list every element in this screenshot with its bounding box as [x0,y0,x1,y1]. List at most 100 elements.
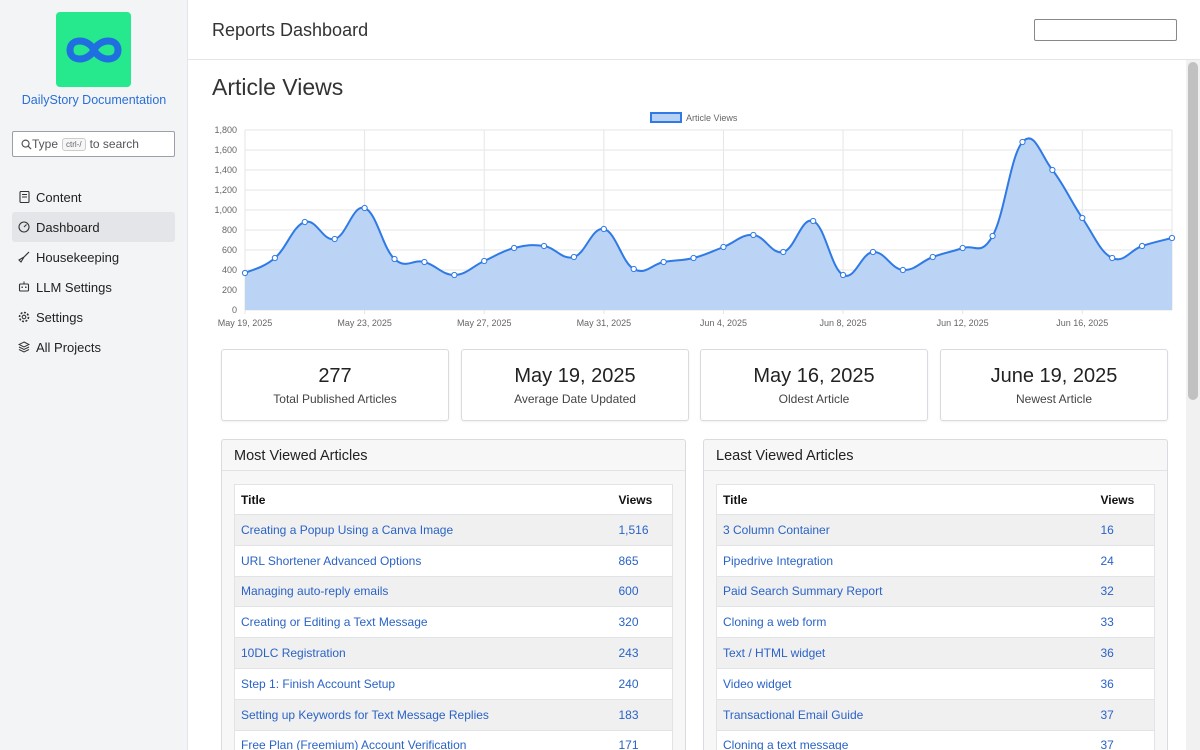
article-views-link[interactable]: 37 [1094,730,1155,750]
table-row[interactable]: Cloning a web form 33 [716,606,1155,639]
data-point[interactable] [1049,166,1056,174]
sidebar-item-settings[interactable]: Settings [12,302,175,332]
sidebar-item-llm-settings[interactable]: LLM Settings [12,272,175,302]
article-views-link[interactable]: 36 [1094,668,1155,700]
data-point[interactable] [690,254,697,262]
sidebar-item-dashboard[interactable]: Dashboard [12,212,175,242]
data-point[interactable] [750,231,757,239]
article-title-link[interactable]: Creating or Editing a Text Message [234,606,613,639]
logo[interactable] [56,12,131,87]
table-row[interactable]: Creating or Editing a Text Message 320 [234,606,673,639]
article-views-link[interactable]: 32 [1094,576,1155,608]
article-views-link[interactable]: 183 [612,699,673,731]
data-point[interactable] [660,258,667,266]
article-views-link[interactable]: 240 [612,668,673,700]
sidebar-item-label: Content [36,189,82,205]
article-views-link[interactable]: 16 [1094,514,1155,546]
data-point[interactable] [241,269,249,277]
data-point[interactable] [959,244,966,252]
article-title-link[interactable]: 3 Column Container [716,514,1095,546]
table-row[interactable]: Creating a Popup Using a Canva Image 1,51… [234,514,673,546]
article-title-link[interactable]: Transactional Email Guide [716,699,1095,731]
data-point[interactable] [451,271,458,279]
article-views-link[interactable]: 24 [1094,545,1155,577]
article-title-link[interactable]: Text / HTML widget [716,637,1095,669]
sidebar-item-content[interactable]: Content [12,182,175,212]
data-point[interactable] [391,255,398,263]
data-point[interactable] [989,232,996,240]
data-point[interactable] [1019,138,1026,146]
article-views-link[interactable]: 865 [612,545,673,577]
y-tick-label: 200 [222,285,237,295]
data-point[interactable] [540,242,548,250]
table-row[interactable]: Transactional Email Guide 37 [716,699,1155,731]
table-row[interactable]: Step 1: Finish Account Setup 240 [234,668,673,700]
article-title-link[interactable]: Pipedrive Integration [716,545,1095,577]
article-title-link[interactable]: Setting up Keywords for Text Message Rep… [234,699,613,731]
sidebar-item-all-projects[interactable]: All Projects [12,332,175,362]
data-point[interactable] [570,253,578,261]
article-title-link[interactable]: 10DLC Registration [234,637,613,669]
data-point[interactable] [810,217,817,225]
data-point[interactable] [481,257,488,265]
article-views-link[interactable]: 36 [1094,637,1155,669]
y-tick-label: 1,600 [214,145,237,155]
article-title-link[interactable]: Paid Search Summary Report [716,576,1095,608]
table-row[interactable]: Managing auto-reply emails 600 [234,576,673,608]
article-title-link[interactable]: Creating a Popup Using a Canva Image [234,514,613,546]
table-row[interactable]: Setting up Keywords for Text Message Rep… [234,699,673,731]
page-title: Article Views [212,74,344,100]
chart-legend[interactable]: Article Views [650,112,738,123]
data-point[interactable] [929,253,936,261]
data-point[interactable] [271,254,279,262]
article-title-link[interactable]: Video widget [716,668,1095,700]
data-point[interactable] [1138,242,1146,250]
article-views-link[interactable]: 320 [612,606,673,639]
data-point[interactable] [869,248,877,256]
data-point[interactable] [1109,254,1116,262]
table-row[interactable]: 10DLC Registration 243 [234,637,673,669]
sidebar-item-housekeeping[interactable]: Housekeeping [12,242,175,272]
table-row[interactable]: Paid Search Summary Report 32 [716,576,1155,608]
data-point[interactable] [720,243,727,251]
article-title-link[interactable]: Managing auto-reply emails [234,576,613,608]
data-point[interactable] [839,271,847,279]
data-point[interactable] [511,244,518,252]
data-point[interactable] [600,225,607,233]
header-search-input[interactable] [1034,19,1177,41]
data-point[interactable] [1168,234,1176,242]
y-tick-label: 400 [222,265,237,275]
data-point[interactable] [1079,214,1086,222]
table-row[interactable]: 3 Column Container 16 [716,514,1155,546]
most-viewed-table: Title Views Creating a Popup Using a Can… [234,484,673,750]
table-row[interactable]: Cloning a text message 37 [716,730,1155,750]
table-row[interactable]: Text / HTML widget 36 [716,637,1155,669]
data-point[interactable] [361,204,368,212]
data-point[interactable] [301,218,308,226]
article-views-chart: 0 200 400 600 800 1,000 1,200 1,400 1,600 1,800 M… [214,112,1176,328]
scrollbar-thumb[interactable] [1188,62,1198,400]
y-tick-label: 0 [232,305,237,315]
article-views-link[interactable]: 600 [612,576,673,608]
article-title-link[interactable]: URL Shortener Advanced Options [234,545,613,577]
article-title-link[interactable]: Step 1: Finish Account Setup [234,668,613,700]
article-views-link[interactable]: 33 [1094,606,1155,639]
article-title-link[interactable]: Cloning a text message [716,730,1095,750]
article-title-link[interactable]: Free Plan (Freemium) Account Verificatio… [234,730,613,750]
table-row[interactable]: Free Plan (Freemium) Account Verificatio… [234,730,673,750]
table-row[interactable]: Pipedrive Integration 24 [716,545,1155,577]
data-point[interactable] [780,248,787,256]
table-row[interactable]: URL Shortener Advanced Options 865 [234,545,673,577]
article-views-link[interactable]: 243 [612,637,673,669]
search-input[interactable]: Type ctrl-/ to search [12,131,175,157]
article-title-link[interactable]: Cloning a web form [716,606,1095,639]
data-point[interactable] [899,266,906,274]
article-views-link[interactable]: 37 [1094,699,1155,731]
article-views-link[interactable]: 171 [612,730,673,750]
data-point[interactable] [421,258,428,266]
data-point[interactable] [331,235,338,243]
table-row[interactable]: Video widget 36 [716,668,1155,700]
brand-name[interactable]: DailyStory Documentation [0,93,188,107]
article-views-link[interactable]: 1,516 [612,514,673,546]
data-point[interactable] [630,265,637,273]
